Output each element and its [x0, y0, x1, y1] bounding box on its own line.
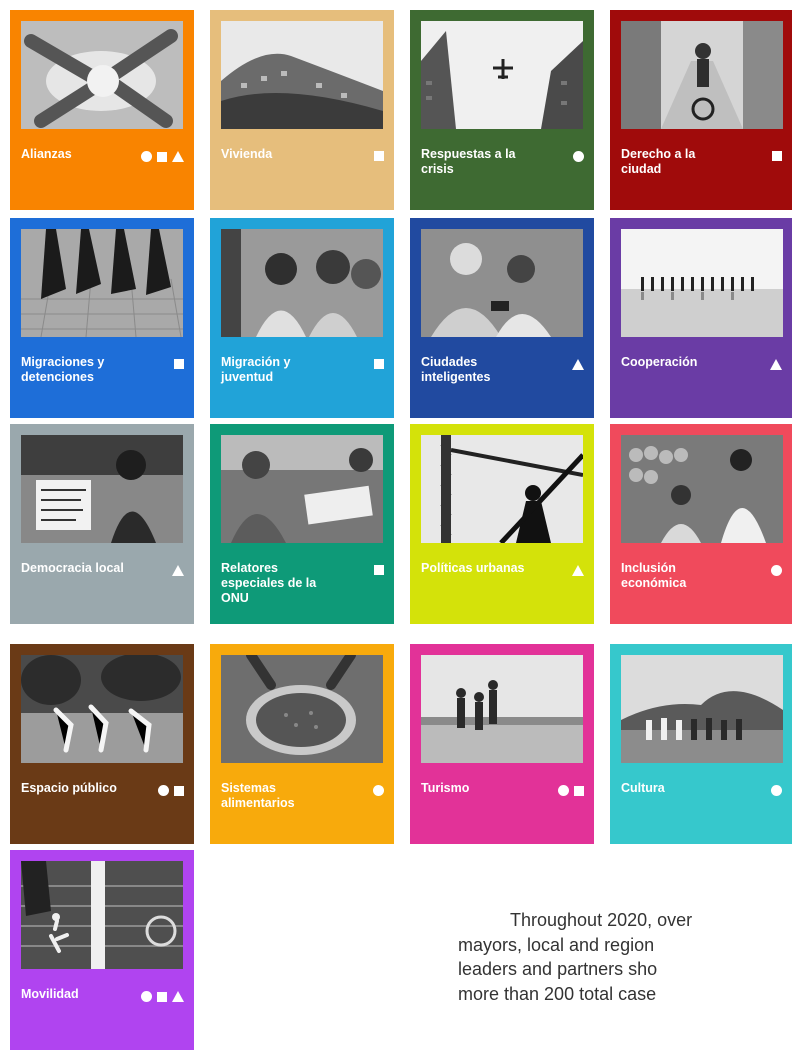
- hands-together-photo: [21, 21, 183, 129]
- triangle-icon: [572, 565, 584, 576]
- topic-tile[interactable]: Cooperación: [610, 218, 792, 418]
- circle-icon: [158, 785, 169, 796]
- topic-tile[interactable]: Ciudades inteligentes: [410, 218, 594, 418]
- intro-paragraph: Throughout 2020, over mayors, local and …: [458, 908, 792, 1006]
- hillside-housing-photo: [221, 21, 383, 129]
- topic-shape-icons: [558, 785, 584, 796]
- triangle-icon: [770, 359, 782, 370]
- topic-tile[interactable]: Cultura: [610, 644, 792, 844]
- square-icon: [374, 565, 384, 575]
- topic-label: Alianzas: [21, 147, 72, 161]
- topic-label: Sistemas alimentarios: [221, 781, 295, 810]
- park-exercise-photo: [21, 655, 183, 763]
- topic-shape-icons: [141, 151, 184, 162]
- construction-crane-photo: [421, 435, 583, 543]
- market-stall-photo: [621, 435, 783, 543]
- topic-tile[interactable]: Sistemas alimentarios: [210, 644, 394, 844]
- tourists-waterfront-photo: [421, 655, 583, 763]
- topic-shape-icons: [172, 565, 184, 576]
- topic-label: Políticas urbanas: [421, 561, 525, 575]
- square-icon: [157, 991, 167, 1002]
- topic-tile[interactable]: Derecho a la ciudad: [610, 10, 792, 210]
- topic-tile[interactable]: Espacio público: [10, 644, 194, 844]
- topic-shape-icons: [770, 359, 782, 370]
- topic-tile[interactable]: Respuestas a la crisis: [410, 10, 594, 210]
- topic-label: Cooperación: [621, 355, 698, 369]
- topic-shape-icons: [374, 565, 384, 575]
- square-icon: [374, 151, 384, 161]
- square-icon: [174, 785, 184, 796]
- circle-icon: [771, 565, 782, 576]
- topic-tile[interactable]: Democracia local: [10, 424, 194, 624]
- topic-tile[interactable]: Migraciones y detenciones: [10, 218, 194, 418]
- topic-shape-icons: [158, 785, 184, 796]
- topic-tile[interactable]: Inclusión económica: [610, 424, 792, 624]
- crosswalk-pedestrians-photo: [21, 861, 183, 969]
- square-icon: [174, 359, 184, 369]
- topic-shape-icons: [374, 151, 384, 161]
- topic-shape-icons: [572, 359, 584, 370]
- topic-tile[interactable]: Vivienda: [210, 10, 394, 210]
- meeting-notebooks-photo: [221, 435, 383, 543]
- woman-with-protest-sign-photo: [21, 435, 183, 543]
- intro-line: Throughout 2020, over: [510, 910, 693, 930]
- topic-label: Ciudades inteligentes: [421, 355, 491, 384]
- topic-label: Espacio público: [21, 781, 117, 795]
- people-on-beach-photo: [621, 229, 783, 337]
- street-cyclist-photo: [621, 21, 783, 129]
- topic-shape-icons: [373, 785, 384, 796]
- circle-icon: [558, 785, 569, 796]
- circle-icon: [141, 151, 152, 162]
- intro-line: more than 200 total case: [458, 983, 657, 1004]
- topic-tile[interactable]: Turismo: [410, 644, 594, 844]
- shadows-on-pavement-photo: [21, 229, 183, 337]
- topic-shape-icons: [771, 785, 782, 796]
- circle-icon: [373, 785, 384, 796]
- topic-shape-icons: [374, 359, 384, 369]
- topic-label: Democracia local: [21, 561, 124, 575]
- square-icon: [772, 151, 782, 161]
- topic-label: Movilidad: [21, 987, 79, 1001]
- people-with-phones-photo: [421, 229, 583, 337]
- group-landscape-photo: [621, 655, 783, 763]
- topic-label: Vivienda: [221, 147, 273, 161]
- topic-label: Cultura: [621, 781, 665, 795]
- circle-icon: [141, 991, 152, 1002]
- topic-label: Inclusión económica: [621, 561, 687, 590]
- topic-tile[interactable]: Movilidad: [10, 850, 194, 1050]
- triangle-icon: [172, 151, 184, 162]
- topic-shape-icons: [772, 151, 782, 161]
- topic-tile[interactable]: Políticas urbanas: [410, 424, 594, 624]
- topic-tile[interactable]: Migración y juventud: [210, 218, 394, 418]
- intro-line: leaders and partners sho: [458, 959, 658, 979]
- square-icon: [374, 359, 384, 369]
- topic-shape-icons: [573, 151, 584, 162]
- topic-shape-icons: [771, 565, 782, 576]
- topic-label: Relatores especiales de la ONU: [221, 561, 317, 605]
- circle-icon: [573, 151, 584, 162]
- circle-icon: [771, 785, 782, 796]
- young-people-photo: [221, 229, 383, 337]
- topic-shape-icons: [141, 991, 184, 1002]
- topic-tile[interactable]: Relatores especiales de la ONU: [210, 424, 394, 624]
- grain-basket-photo: [221, 655, 383, 763]
- topic-tile[interactable]: Alianzas: [10, 10, 194, 210]
- square-icon: [157, 151, 167, 162]
- triangle-icon: [572, 359, 584, 370]
- triangle-icon: [172, 991, 184, 1002]
- triangle-icon: [172, 565, 184, 576]
- airplane-skyscrapers-photo: [421, 21, 583, 129]
- topic-label: Migraciones y detenciones: [21, 355, 105, 384]
- topic-label: Respuestas a la crisis: [421, 147, 516, 176]
- topic-label: Migración y juventud: [221, 355, 291, 384]
- square-icon: [574, 785, 584, 796]
- intro-line: mayors, local and region: [458, 934, 655, 955]
- topic-label: Turismo: [421, 781, 470, 795]
- topic-shape-icons: [572, 565, 584, 576]
- topic-label: Derecho a la ciudad: [621, 147, 696, 176]
- topic-shape-icons: [174, 359, 184, 369]
